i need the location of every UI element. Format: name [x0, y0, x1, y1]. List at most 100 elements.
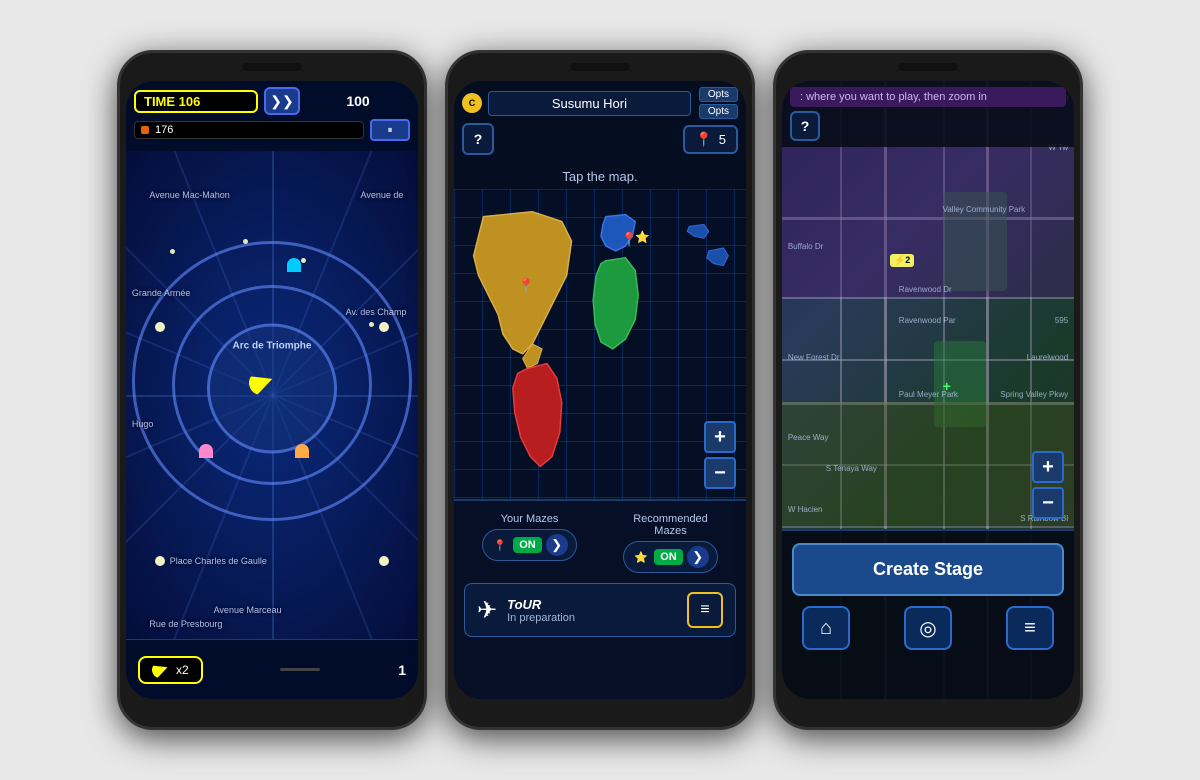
game-footer: x2 1 [126, 639, 418, 699]
maze-toggle-row: Your Mazes 📍 ON ❯ RecommendedMazes ⭐ ON [464, 513, 736, 573]
phone-2: C Susumu Hori Opts Opts ? 📍 5 [445, 50, 755, 730]
opts-button-2[interactable]: Opts [699, 104, 738, 119]
tap-map-label: Tap the map. [454, 169, 746, 184]
create-stage-button[interactable]: Create Stage [792, 543, 1064, 596]
life-count: 176 [155, 124, 173, 136]
zoom-in-button[interactable]: + [704, 421, 736, 453]
location-marker: + [943, 378, 951, 394]
world-screen: C Susumu Hori Opts Opts ? 📍 5 [454, 81, 746, 699]
your-mazes-on-badge: ON [513, 537, 542, 553]
ghost-pink-body [199, 444, 213, 458]
power-pellet-1 [155, 322, 165, 332]
location-pin-icon: 📍 [695, 131, 712, 148]
lives-count-label: x2 [176, 663, 189, 677]
ghost-orange-body [295, 444, 309, 458]
editor-footer-icons: ⌂ ◎ ≡ [792, 606, 1064, 650]
pellet-2 [243, 239, 248, 244]
power-pellet-4 [379, 556, 389, 566]
svg-text:⭐: ⭐ [635, 230, 650, 244]
editor-header: : where you want to play, then zoom in ? [782, 81, 1074, 147]
s-595-label: 595 [1055, 316, 1068, 325]
stage-count: 1 [398, 662, 406, 678]
power-pellet-3 [155, 556, 165, 566]
avenue-marceau-label: Avenue Marceau [214, 605, 282, 615]
ghost-orange [295, 444, 309, 458]
pellet-1 [170, 249, 175, 254]
tour-subtitle: In preparation [507, 612, 677, 624]
recommended-mazes-group: RecommendedMazes ⭐ ON ❯ [605, 513, 736, 573]
ghost-cyan-body [287, 258, 301, 272]
editor-banner: : where you want to play, then zoom in [790, 87, 1066, 107]
game-header: TIME 106 ❯❯ 100 176 ⏸ [126, 81, 418, 151]
recommended-mazes-arrow-btn[interactable]: ❯ [687, 546, 709, 568]
avenue-mac-mahon-label: Avenue Mac-Mahon [149, 190, 229, 200]
recommended-mazes-label: RecommendedMazes [633, 513, 708, 537]
hugo-label: Hugo [132, 419, 154, 429]
ravenwood-dr-label: Ravenwood Dr [899, 285, 952, 294]
life-dot [141, 126, 149, 134]
location-counter: 📍 5 [683, 125, 738, 154]
editor-screen: Sprin W Tw Valley Community Park Buffalo… [782, 81, 1074, 699]
world-icons-right: Opts Opts [699, 87, 738, 119]
time-display: TIME 106 [134, 90, 258, 113]
editor-zoom-out-button[interactable]: − [1032, 487, 1064, 519]
phone-3: Sprin W Tw Valley Community Park Buffalo… [773, 50, 1083, 730]
ghost-cyan [287, 258, 301, 272]
your-mazes-arrow-btn[interactable]: ❯ [546, 534, 568, 556]
life-indicator: 176 [134, 121, 364, 139]
pellet-4 [369, 322, 374, 327]
home-button[interactable]: ⌂ [802, 606, 850, 650]
pac-mini-icon [150, 659, 171, 680]
place-charles-label: Place Charles de Gaulle [170, 556, 267, 566]
target-button[interactable]: ◎ [904, 606, 952, 650]
your-mazes-pin-icon: 📍 [491, 536, 509, 554]
your-mazes-toggle[interactable]: 📍 ON ❯ [482, 529, 577, 561]
progress-bar [280, 668, 320, 671]
pacman-body [245, 367, 276, 398]
phone-notch-2 [570, 63, 630, 71]
laurelwood-label: Laurelwood [1027, 353, 1068, 362]
phone-notch-1 [242, 63, 302, 71]
arc-label: Arc de Triomphe [233, 341, 312, 352]
tour-section: ✈ ToUR In preparation ≡ [464, 583, 736, 637]
game-map: Arc de Triomphe Avenue Mac-Mahon Avenue … [126, 151, 418, 639]
rue-presbourg-label: Rue de Presbourg [149, 619, 222, 629]
peace-way-label: Peace Way [788, 433, 829, 442]
editor-menu-button[interactable]: ≡ [1006, 606, 1054, 650]
your-mazes-label: Your Mazes [501, 513, 559, 525]
opts-button-1[interactable]: Opts [699, 87, 738, 102]
power-pellet-2 [379, 322, 389, 332]
location-count: 5 [719, 132, 726, 147]
score-display: 100 [306, 93, 410, 109]
world-menu-button[interactable]: ≡ [687, 592, 723, 628]
plane-icon: ✈ [477, 596, 497, 625]
pause-button[interactable]: ⏸ [370, 119, 410, 141]
world-header: C Susumu Hori Opts Opts ? 📍 5 [454, 81, 746, 161]
zoom-out-button[interactable]: − [704, 457, 736, 489]
world-map-area[interactable]: 📍 ⭐ 📍 [454, 189, 746, 499]
coin-c-icon: C [462, 93, 482, 113]
editor-zoom-in-button[interactable]: + [1032, 451, 1064, 483]
spring-valley-pkwy-label: Spring Valley Pkwy [1000, 390, 1068, 399]
help-button[interactable]: ? [462, 123, 494, 155]
pacman-lives-display: x2 [138, 656, 203, 684]
phone-1: TIME 106 ❯❯ 100 176 ⏸ [117, 50, 427, 730]
valley-community-park-label: Valley Community Park [943, 205, 1026, 214]
player-name-display: Susumu Hori [488, 91, 691, 116]
w-hacienda-label: W Hacien [788, 505, 823, 514]
editor-help-button[interactable]: ? [790, 111, 820, 141]
world-footer: Your Mazes 📍 ON ❯ RecommendedMazes ⭐ ON [454, 499, 746, 699]
editor-footer: Create Stage ⌂ ◎ ≡ [782, 529, 1074, 699]
av-des-champ-label: Av. des Champ [346, 307, 407, 317]
game-screen: TIME 106 ❯❯ 100 176 ⏸ [126, 81, 418, 699]
map-zoom-controls: + − [704, 421, 736, 489]
chevron-icon[interactable]: ❯❯ [264, 87, 300, 115]
phone-1-screen: TIME 106 ❯❯ 100 176 ⏸ [126, 81, 418, 699]
new-forest-dr-label: New Forest Dr [788, 353, 840, 362]
grande-armee-label: Grande Armée [132, 288, 191, 298]
buffalo-dr-label: Buffalo Dr [788, 242, 823, 251]
recommended-mazes-on-badge: ON [654, 549, 683, 565]
tour-title: ToUR [507, 597, 677, 612]
recommended-mazes-toggle[interactable]: ⭐ ON ❯ [623, 541, 718, 573]
svg-text:📍: 📍 [518, 277, 535, 293]
